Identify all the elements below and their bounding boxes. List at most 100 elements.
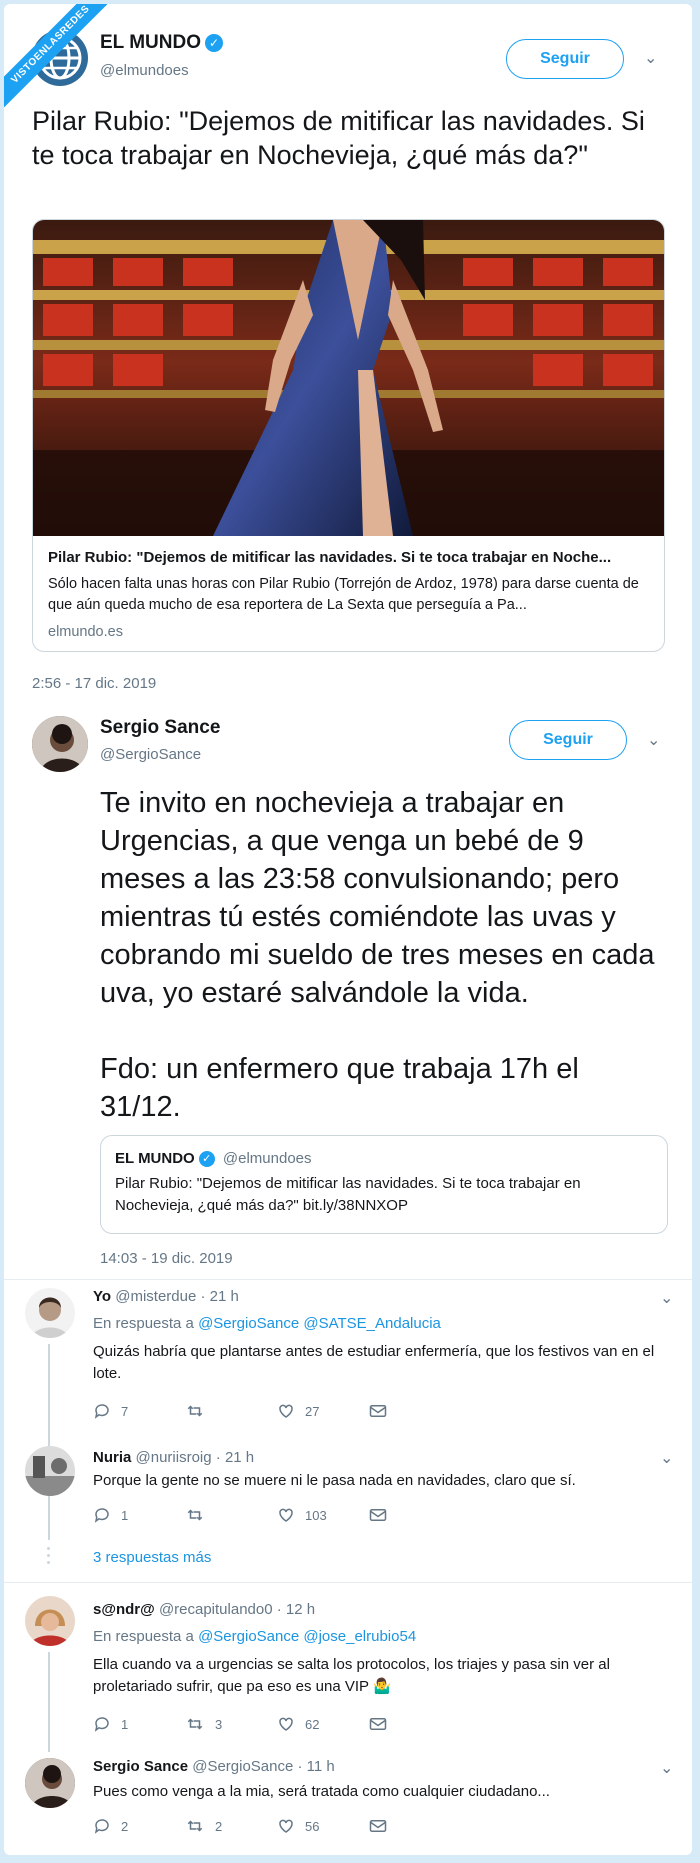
like-count: 103 — [305, 1507, 327, 1523]
tweet-paragraph: Fdo: un enfermero que trabaja 17h el 31/… — [100, 1053, 579, 1123]
thread-line — [48, 1652, 50, 1752]
tweet-timestamp[interactable]: 2:56 - 17 dic. 2019 — [32, 675, 156, 692]
reply-time[interactable]: · 21 h — [201, 1288, 239, 1305]
link-card[interactable]: Pilar Rubio: "Dejemos de mitificar las n… — [32, 219, 665, 652]
show-more-replies-link[interactable]: 3 respuestas más — [93, 1549, 211, 1566]
reply-handle[interactable]: @nuriisroig — [136, 1449, 212, 1466]
like-button[interactable]: 103 — [277, 1506, 369, 1524]
quoted-author-handle: @elmundoes — [222, 1150, 312, 1167]
retweet-button[interactable] — [185, 1506, 277, 1524]
retweet-icon — [187, 1718, 203, 1730]
reply-to-mentions[interactable]: @SergioSance @SATSE_Andalucia — [198, 1315, 441, 1332]
reply-actions: 1 103 — [93, 1506, 461, 1524]
quoted-author-line: EL MUNDO ✓ @elmundoes — [115, 1150, 653, 1168]
retweet-button[interactable]: 3 — [185, 1715, 277, 1733]
reply-time[interactable]: · 12 h — [277, 1601, 315, 1618]
reply-text: Porque la gente no se muere ni le pasa n… — [93, 1472, 576, 1489]
avatar-sergio[interactable] — [32, 716, 88, 772]
retweet-button[interactable] — [185, 1402, 277, 1420]
chevron-down-icon[interactable]: ⌄ — [660, 1448, 673, 1468]
tweet-screenshot: VISTOENLASREDES EL MUNDO ✓ @elmundoes Seg… — [4, 4, 692, 1855]
reply-icon — [94, 1717, 109, 1732]
chevron-down-icon[interactable]: ⌄ — [660, 1758, 673, 1778]
quoted-author-name: EL MUNDO — [115, 1150, 195, 1167]
reply-count: 7 — [121, 1403, 129, 1419]
reply-count: 1 — [121, 1716, 129, 1732]
reply-author-name[interactable]: Sergio Sance — [93, 1758, 188, 1775]
like-button[interactable]: 56 — [277, 1817, 369, 1835]
author-name[interactable]: EL MUNDO — [100, 32, 201, 53]
chevron-down-icon[interactable]: ⌄ — [660, 1288, 673, 1308]
chevron-down-icon[interactable]: ⌄ — [647, 730, 660, 750]
quoted-tweet[interactable]: EL MUNDO ✓ @elmundoes Pilar Rubio: "Dejem… — [100, 1135, 668, 1234]
message-button[interactable] — [369, 1817, 461, 1835]
retweet-icon — [187, 1405, 203, 1417]
verified-icon: ✓ — [198, 1151, 215, 1168]
card-title: Pilar Rubio: "Dejemos de mitificar las n… — [48, 549, 612, 566]
reply-text: Ella cuando va a urgencias se salta los … — [93, 1656, 610, 1695]
user-photo — [25, 1758, 75, 1808]
reply-button[interactable]: 1 — [93, 1715, 185, 1733]
retweet-icon — [187, 1509, 203, 1521]
reply-button[interactable]: 1 — [93, 1506, 185, 1524]
thread-dots — [47, 1547, 50, 1564]
retweet-button[interactable]: 2 — [185, 1817, 277, 1835]
reply-to-prefix: En respuesta a — [93, 1315, 194, 1332]
reply-icon — [94, 1819, 109, 1834]
reply-author-line: s@ndr@ @recapitulando0 · 12 h — [93, 1601, 315, 1618]
reply-count: 1 — [121, 1507, 129, 1523]
heart-icon — [279, 1404, 293, 1418]
like-count: 62 — [305, 1716, 320, 1732]
reply-handle[interactable]: @SergioSance — [192, 1758, 293, 1775]
divider — [4, 1279, 692, 1280]
author-handle[interactable]: @SergioSance — [100, 746, 201, 763]
avatar-reply-3[interactable] — [25, 1596, 75, 1646]
avatar-reply-4[interactable] — [25, 1758, 75, 1808]
follow-button[interactable]: Seguir — [509, 720, 627, 760]
reply-icon — [94, 1404, 109, 1419]
reply-time[interactable]: · 21 h — [216, 1449, 254, 1466]
follow-button[interactable]: Seguir — [506, 39, 624, 79]
like-count: 56 — [305, 1818, 320, 1834]
retweet-count: 3 — [215, 1716, 223, 1732]
reply-button[interactable]: 7 — [93, 1402, 185, 1420]
avatar-reply-1[interactable] — [25, 1288, 75, 1338]
reply-author-name[interactable]: Yo — [93, 1288, 111, 1305]
message-button[interactable] — [369, 1402, 461, 1420]
like-button[interactable]: 62 — [277, 1715, 369, 1733]
message-button[interactable] — [369, 1715, 461, 1733]
message-button[interactable] — [369, 1506, 461, 1524]
heart-icon — [279, 1508, 293, 1522]
chevron-down-icon[interactable]: ⌄ — [644, 48, 657, 68]
article-image — [33, 220, 664, 536]
user-photo — [25, 1596, 75, 1646]
like-button[interactable]: 27 — [277, 1402, 369, 1420]
author-name[interactable]: Sergio Sance — [100, 717, 220, 739]
reply-count: 2 — [121, 1818, 129, 1834]
avatar-reply-2[interactable] — [25, 1446, 75, 1496]
author-line: EL MUNDO ✓ — [100, 32, 223, 54]
reply-author-line: Nuria @nuriisroig · 21 h — [93, 1449, 254, 1466]
verified-icon: ✓ — [204, 33, 223, 52]
reply-handle[interactable]: @recapitulando0 — [159, 1601, 273, 1618]
like-count: 27 — [305, 1403, 320, 1419]
retweet-icon — [187, 1820, 203, 1832]
tweet-text: Te invito en nochevieja a trabajar en Ur… — [100, 784, 665, 1126]
card-domain[interactable]: elmundo.es — [48, 624, 649, 640]
reply-time[interactable]: · 11 h — [298, 1758, 335, 1775]
reply-handle[interactable]: @misterdue — [115, 1288, 196, 1305]
reply-icon — [94, 1508, 109, 1523]
reply-to-prefix: En respuesta a — [93, 1628, 194, 1645]
reply-button[interactable]: 2 — [93, 1817, 185, 1835]
card-description: Sólo hacen falta unas horas con Pilar Ru… — [48, 576, 639, 613]
mail-icon — [369, 1405, 387, 1417]
mail-icon — [369, 1820, 387, 1832]
heart-icon — [279, 1717, 293, 1731]
quoted-text: Pilar Rubio: "Dejemos de mitificar las n… — [115, 1175, 581, 1215]
tweet-timestamp[interactable]: 14:03 - 19 dic. 2019 — [100, 1250, 233, 1267]
reply-actions: 2 2 56 — [93, 1817, 461, 1835]
reply-author-name[interactable]: Nuria — [93, 1449, 131, 1466]
reply-to-mentions[interactable]: @SergioSance @jose_elrubio54 — [198, 1628, 416, 1645]
author-handle[interactable]: @elmundoes — [100, 62, 189, 79]
reply-author-name[interactable]: s@ndr@ — [93, 1601, 155, 1618]
